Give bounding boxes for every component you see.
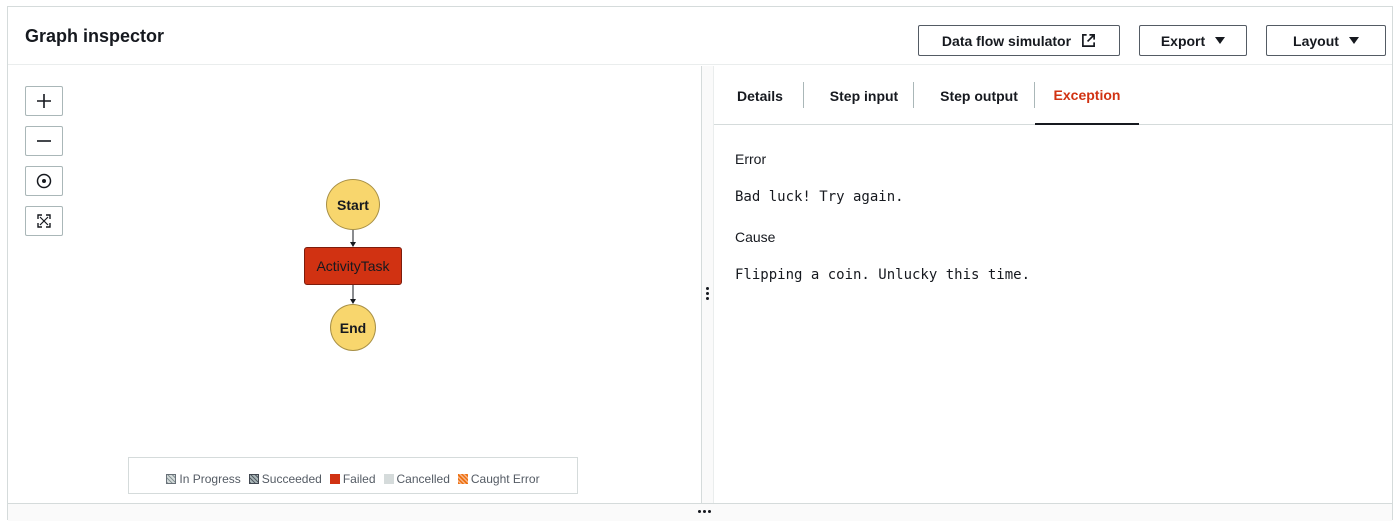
drag-handle-icon xyxy=(706,287,710,300)
cause-value: Flipping a coin. Unlucky this time. xyxy=(735,267,1031,283)
horizontal-resize-handle[interactable] xyxy=(8,503,1392,521)
tab-details[interactable]: Details xyxy=(726,66,794,125)
data-flow-simulator-label: Data flow simulator xyxy=(941,32,1072,49)
panel-header: Graph inspector Data flow simulator Expo… xyxy=(8,7,1392,65)
legend-item-failed: Failed xyxy=(329,471,376,486)
layout-label: Layout xyxy=(1293,32,1339,49)
detail-tabs: Details Step input Step output Exception xyxy=(714,66,1392,125)
vertical-resize-handle[interactable] xyxy=(701,66,714,503)
external-link-icon xyxy=(1082,34,1096,47)
status-legend: In Progress Succeeded Failed Cancelled C… xyxy=(128,457,578,494)
cancelled-swatch-icon xyxy=(383,473,394,484)
drag-handle-icon xyxy=(698,510,711,513)
tab-step-output[interactable]: Step output xyxy=(924,66,1034,125)
export-button[interactable]: Export xyxy=(1139,25,1247,56)
legend-label: Caught Error xyxy=(470,471,540,486)
legend-item-in-progress: In Progress xyxy=(166,471,241,486)
layout-button[interactable]: Layout xyxy=(1266,25,1386,56)
data-flow-simulator-button[interactable]: Data flow simulator xyxy=(918,25,1120,56)
cause-label: Cause xyxy=(735,229,776,245)
graph-inspector-panel: Graph inspector Data flow simulator Expo… xyxy=(7,6,1393,521)
node-start[interactable]: Start xyxy=(326,179,380,230)
graph-canvas[interactable]: Start ActivityTask End In Progress Succe… xyxy=(8,66,701,503)
succeeded-swatch-icon xyxy=(248,473,259,484)
panel-title: Graph inspector xyxy=(25,26,165,46)
legend-item-caught-error: Caught Error xyxy=(457,471,540,486)
caret-down-icon xyxy=(1215,37,1226,44)
tab-step-input[interactable]: Step input xyxy=(812,66,916,125)
legend-label: Cancelled xyxy=(396,471,450,486)
tab-separator xyxy=(913,82,914,108)
error-value: Bad luck! Try again. xyxy=(735,189,904,205)
caret-down-icon xyxy=(1348,37,1359,44)
legend-item-succeeded: Succeeded xyxy=(248,471,322,486)
export-label: Export xyxy=(1160,32,1206,49)
node-activity-task[interactable]: ActivityTask xyxy=(304,247,402,285)
details-panel: Details Step input Step output Exception… xyxy=(714,66,1392,503)
tab-separator xyxy=(803,82,804,108)
legend-item-cancelled: Cancelled xyxy=(383,471,450,486)
in-progress-swatch-icon xyxy=(166,473,177,484)
legend-label: Failed xyxy=(342,471,376,486)
node-end[interactable]: End xyxy=(330,304,376,351)
error-label: Error xyxy=(735,151,767,167)
legend-label: Succeeded xyxy=(261,471,322,486)
tab-exception[interactable]: Exception xyxy=(1035,66,1139,125)
caught-error-swatch-icon xyxy=(457,473,468,484)
failed-swatch-icon xyxy=(329,473,340,484)
legend-label: In Progress xyxy=(179,471,241,486)
